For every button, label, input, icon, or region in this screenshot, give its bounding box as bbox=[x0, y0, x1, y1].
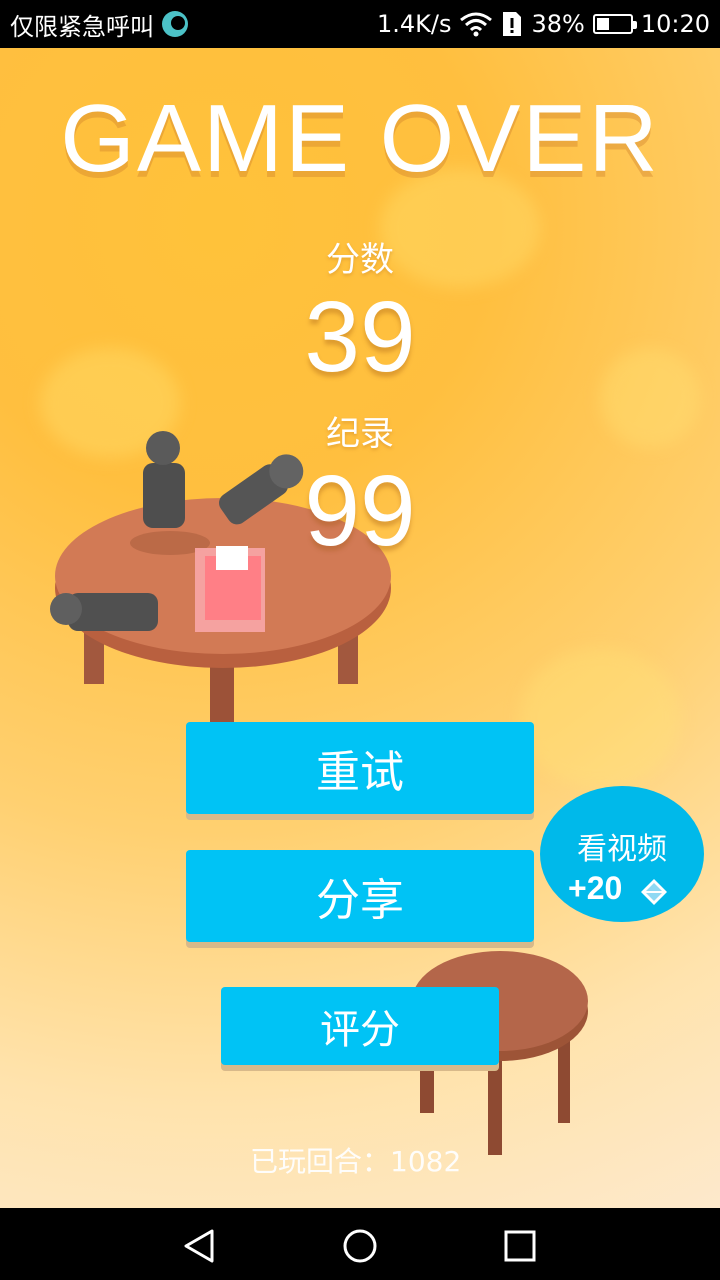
carrier-text: 仅限紧急呼叫 bbox=[10, 12, 154, 41]
navigation-bar bbox=[0, 1208, 720, 1280]
game-over-title: GAME OVER bbox=[60, 85, 660, 192]
share-button[interactable]: 分享 bbox=[186, 850, 534, 942]
back-icon[interactable] bbox=[182, 1228, 218, 1264]
record-value: 99 bbox=[304, 455, 416, 567]
wifi-icon bbox=[460, 12, 493, 37]
rounds-played: 已玩回合：1082 bbox=[250, 1145, 462, 1178]
home-icon[interactable] bbox=[342, 1228, 378, 1264]
fallen-piece-head bbox=[50, 593, 82, 625]
recents-icon[interactable] bbox=[503, 1229, 537, 1263]
status-left: 仅限紧急呼叫 bbox=[10, 7, 188, 42]
rate-button[interactable]: 评分 bbox=[221, 987, 499, 1065]
watch-video-button[interactable]: 看视频 +20 bbox=[540, 786, 704, 922]
watch-video-label: 看视频 bbox=[577, 832, 667, 867]
battery-icon bbox=[592, 14, 637, 34]
status-bar: 仅限紧急呼叫 1.4K/s 38% 10:20 bbox=[0, 0, 720, 48]
moon-icon bbox=[162, 11, 188, 37]
score-label: 分数 bbox=[326, 240, 394, 280]
diamond-icon bbox=[641, 879, 667, 905]
battery-fill bbox=[596, 18, 609, 30]
battery-percent: 38% bbox=[531, 10, 585, 38]
clock: 10:20 bbox=[640, 10, 710, 38]
score-value: 39 bbox=[304, 281, 416, 393]
bokeh-light bbox=[520, 648, 680, 788]
record-label: 纪录 bbox=[326, 414, 394, 454]
retry-button[interactable]: 重试 bbox=[186, 722, 534, 814]
game-over-screen: GAME OVER 分数 39 纪录 99 重试 分享 评分 看视频 +20 已… bbox=[0, 48, 720, 1208]
sim-alert-icon bbox=[503, 12, 522, 36]
status-right: 1.4K/s 38% 10:20 bbox=[377, 10, 710, 38]
reward-amount: +20 bbox=[568, 870, 623, 906]
net-speed: 1.4K/s bbox=[376, 10, 452, 38]
